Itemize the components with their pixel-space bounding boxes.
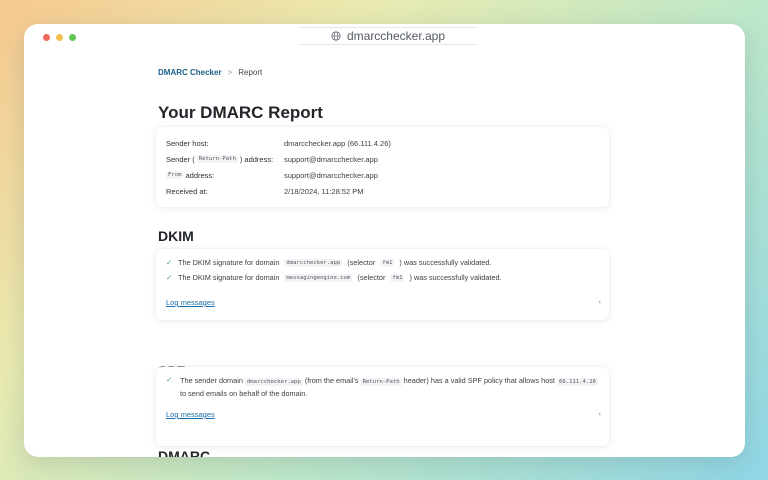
minimize-window-button[interactable] xyxy=(56,34,63,41)
dkim-selector-code: fm1 xyxy=(390,273,405,282)
sender-address-label: Sender ( Return-Path ) address: xyxy=(166,155,284,164)
breadcrumb: DMARC Checker > Report xyxy=(158,68,262,77)
spf-text-part: The sender domain xyxy=(180,376,243,385)
received-at-label: Received at: xyxy=(166,186,208,196)
dkim-result-line: ✓ The DKIM signature for domain messagin… xyxy=(166,273,502,282)
check-icon: ✓ xyxy=(166,375,173,384)
from-label-suffix: address: xyxy=(185,170,215,180)
breadcrumb-root-link[interactable]: DMARC Checker xyxy=(158,68,222,77)
sender-label-suffix: ) address: xyxy=(239,154,274,164)
maximize-window-button[interactable] xyxy=(69,34,76,41)
spf-text-part: (from the email's xyxy=(304,376,359,385)
dkim-selector-code: fm1 xyxy=(380,258,395,267)
spf-return-path-code: Return-Path xyxy=(360,378,402,386)
spf-card: ✓ The sender domain dmarcchecker.app (fr… xyxy=(156,367,609,446)
spf-text-part: to send emails on behalf of the domain. xyxy=(180,389,308,398)
spf-result-text: The sender domain dmarcchecker.app (from… xyxy=(180,375,600,400)
browser-window: dmarcchecker.app DMARC Checker > Report … xyxy=(24,24,745,457)
check-icon: ✓ xyxy=(166,273,173,282)
address-bar[interactable]: dmarcchecker.app xyxy=(300,27,476,45)
close-window-button[interactable] xyxy=(43,34,50,41)
chevron-left-icon[interactable]: ‹ xyxy=(598,297,601,306)
return-path-code: Return-Path xyxy=(196,155,238,163)
sender-host-value: dmarcchecker.app (66.111.4.26) xyxy=(284,138,391,148)
sender-host-row: Sender host: dmarcchecker.app (66.111.4.… xyxy=(166,137,601,149)
window-controls xyxy=(43,34,76,41)
dkim-heading: DKIM xyxy=(158,228,194,244)
summary-card: Sender host: dmarcchecker.app (66.111.4.… xyxy=(156,127,609,207)
dkim-card: ✓ The DKIM signature for domain dmarcche… xyxy=(156,249,609,320)
globe-icon xyxy=(331,31,341,41)
dkim-line-text: The DKIM signature for domain xyxy=(178,258,280,267)
dkim-line-suffix: ) was successfully validated. xyxy=(399,258,492,267)
from-address-row: From address: support@dmarcchecker.app xyxy=(166,169,601,181)
browser-titlebar: dmarcchecker.app xyxy=(24,24,745,50)
dkim-line-suffix: ) was successfully validated. xyxy=(409,273,502,282)
chevron-left-icon[interactable]: ‹ xyxy=(598,409,601,418)
dkim-log-messages-link[interactable]: Log messages xyxy=(166,298,215,307)
sender-address-row: Sender ( Return-Path ) address: support@… xyxy=(166,153,601,165)
dmarc-heading: DMARC xyxy=(158,448,211,457)
spf-domain-code: dmarcchecker.app xyxy=(244,378,303,386)
dkim-line-text: The DKIM signature for domain xyxy=(178,273,280,282)
from-code: From xyxy=(166,171,184,179)
sender-host-label: Sender host: xyxy=(166,138,209,148)
received-at-value: 2/18/2024, 11:28:52 PM xyxy=(284,186,364,196)
breadcrumb-current: Report xyxy=(238,68,263,77)
url-text: dmarcchecker.app xyxy=(346,29,446,43)
dkim-domain-code: dmarcchecker.app xyxy=(284,258,343,267)
spf-text-part: header) has a valid SPF policy that allo… xyxy=(403,376,555,385)
dkim-selector-label: (selector xyxy=(357,273,386,282)
dkim-result-line: ✓ The DKIM signature for domain dmarcche… xyxy=(166,258,491,267)
received-at-row: Received at: 2/18/2024, 11:28:52 PM xyxy=(166,185,601,197)
sender-label-prefix: Sender ( xyxy=(166,154,195,164)
from-address-label: From address: xyxy=(166,171,284,180)
check-icon: ✓ xyxy=(166,258,173,267)
sender-address-value: support@dmarcchecker.app xyxy=(284,154,378,164)
page-title: Your DMARC Report xyxy=(158,103,323,122)
dkim-domain-code: messagingengine.com xyxy=(284,273,353,282)
breadcrumb-separator: > xyxy=(227,68,233,77)
dkim-selector-label: (selector xyxy=(347,258,376,267)
from-address-value: support@dmarcchecker.app xyxy=(284,170,378,180)
spf-host-ip-code: 66.111.4.26 xyxy=(556,378,599,386)
spf-log-messages-link[interactable]: Log messages xyxy=(166,410,215,419)
